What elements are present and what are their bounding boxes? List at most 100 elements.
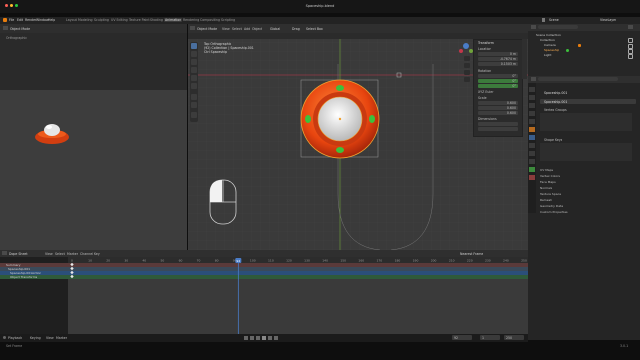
tab-rendering[interactable]: Rendering — [183, 18, 199, 22]
scene-tab-icon[interactable] — [529, 111, 535, 116]
editor-type-icon[interactable] — [3, 26, 8, 30]
move-tool-icon[interactable] — [191, 59, 197, 65]
frame-ruler[interactable]: 0 10 20 30 40 50 60 70 80 90 100 110 120 130 140 150 160… — [68, 257, 528, 263]
viewport-menu-view[interactable]: View — [222, 27, 230, 31]
tab-compositing[interactable]: Compositing — [200, 18, 220, 22]
transform-tool-icon[interactable] — [191, 83, 197, 89]
viewport-menu-object[interactable]: Object — [252, 27, 262, 31]
shape-keys-list[interactable] — [540, 143, 632, 161]
modifier-tab-icon[interactable] — [529, 135, 535, 140]
tab-scripting[interactable]: Scripting — [221, 18, 235, 22]
section-vertex-colors[interactable]: Vertex Colors — [540, 174, 560, 178]
section-geometry-data[interactable]: Geometry Data — [540, 204, 563, 208]
select-box-select[interactable]: Select Box — [306, 27, 323, 31]
world-tab-icon[interactable] — [529, 119, 535, 124]
select-tool-icon[interactable] — [191, 43, 197, 49]
next-keyframe-icon[interactable] — [268, 336, 272, 340]
object-tab-icon[interactable] — [529, 127, 535, 132]
keying-menu[interactable]: Keying — [30, 336, 41, 340]
cursor-tool-icon[interactable] — [191, 51, 197, 57]
marker-menu[interactable]: Marker — [56, 336, 67, 340]
orientation-select[interactable]: Global — [270, 27, 280, 31]
scale-y-field[interactable]: 0.600 — [478, 106, 518, 110]
camera-view-icon[interactable] — [464, 70, 470, 75]
outliner-spaceship[interactable]: Spaceship — [544, 48, 559, 52]
visibility-eye-icon[interactable] — [628, 54, 633, 59]
tab-uv-editing[interactable]: UV Editing — [111, 18, 128, 22]
prev-keyframe-icon[interactable] — [250, 336, 254, 340]
tool-tab-icon[interactable] — [529, 87, 535, 92]
material-tab-icon[interactable] — [529, 175, 535, 180]
outliner-collection[interactable]: Collection — [540, 38, 555, 42]
tab-modeling[interactable]: Modeling — [78, 18, 93, 22]
start-frame-field[interactable]: 1 — [480, 335, 500, 340]
mesh-name-field[interactable]: Spaceship.001 — [540, 99, 636, 104]
section-uv-maps[interactable]: UV Maps — [540, 168, 553, 172]
timeline-menu-key[interactable]: Key — [94, 252, 100, 256]
scale-tool-icon[interactable] — [191, 75, 197, 81]
output-tab-icon[interactable] — [529, 103, 535, 108]
tab-shading[interactable]: Shading — [150, 18, 163, 22]
view-layer-name[interactable]: ViewLayer — [600, 18, 616, 22]
rotation-z-field[interactable]: 0° — [478, 84, 518, 88]
tab-texture-paint[interactable]: Texture Paint — [129, 18, 150, 22]
outliner-camera[interactable]: Camera — [544, 43, 556, 47]
outliner-scene-collection[interactable]: Scene Collection — [536, 33, 561, 37]
section-shape-keys[interactable]: Shape Keys — [544, 138, 562, 142]
scale-x-field[interactable]: 0.600 — [478, 101, 518, 105]
section-texture-space[interactable]: Texture Space — [540, 192, 561, 196]
timeline-menu-select[interactable]: Select — [55, 252, 65, 256]
properties-search-input[interactable] — [538, 77, 618, 81]
constraints-tab-icon[interactable] — [529, 159, 535, 164]
rotation-x-field[interactable]: 0° — [478, 74, 518, 78]
blender-logo-icon[interactable] — [3, 18, 7, 22]
end-frame-field[interactable]: 250 — [504, 335, 524, 340]
ortho-toggle-icon[interactable] — [464, 77, 470, 82]
vertex-groups-list[interactable] — [540, 113, 632, 131]
visibility-eye-icon[interactable] — [628, 38, 633, 43]
menu-window[interactable]: Window — [36, 18, 49, 22]
view-menu[interactable]: View — [46, 336, 54, 340]
dimensions-y-field[interactable] — [478, 127, 518, 131]
rotation-mode-select[interactable]: XYZ Euler — [478, 90, 494, 94]
section-normals[interactable]: Normals — [540, 186, 552, 190]
zoom-icon[interactable] — [464, 56, 470, 61]
close-window-icon[interactable] — [5, 4, 8, 7]
particles-tab-icon[interactable] — [529, 143, 535, 148]
section-remesh[interactable]: Remesh — [540, 198, 552, 202]
section-custom-properties[interactable]: Custom Properties — [540, 210, 568, 214]
rotate-tool-icon[interactable] — [191, 67, 197, 73]
play-reverse-icon[interactable] — [256, 336, 260, 340]
viewport-menu-select[interactable]: Select — [232, 27, 242, 31]
zoom-window-icon[interactable] — [15, 4, 18, 7]
rotation-y-field[interactable]: 0° — [478, 79, 518, 83]
viewport-menu-add[interactable]: Add — [244, 27, 250, 31]
tab-layout[interactable]: Layout — [66, 18, 77, 22]
left-mode-select[interactable]: Object Mode — [10, 27, 30, 31]
editor-type-icon[interactable] — [531, 77, 536, 81]
menu-file[interactable]: File — [9, 18, 14, 22]
minimize-window-icon[interactable] — [10, 4, 13, 7]
jump-start-icon[interactable] — [244, 336, 248, 340]
outliner-search-input[interactable] — [538, 25, 578, 29]
timeline-menu-view[interactable]: View — [45, 252, 53, 256]
editor-type-icon[interactable] — [190, 26, 195, 30]
snap-mode-select[interactable]: Nearest Frame — [460, 252, 483, 256]
editor-type-icon[interactable] — [2, 251, 7, 255]
dimensions-x-field[interactable] — [478, 122, 518, 126]
add-cube-tool-icon[interactable] — [191, 112, 197, 118]
location-z-field[interactable]: 0.1503 m — [478, 62, 518, 66]
render-tab-icon[interactable] — [529, 95, 535, 100]
scene-name[interactable]: Scene — [549, 18, 559, 22]
pan-hand-icon[interactable] — [464, 63, 470, 68]
timeline-menu-channel[interactable]: Channel — [80, 252, 93, 256]
menu-help[interactable]: Help — [48, 18, 55, 22]
timeline-menu-marker[interactable]: Marker — [67, 252, 78, 256]
section-face-maps[interactable]: Face Maps — [540, 180, 556, 184]
jump-end-icon[interactable] — [274, 336, 278, 340]
section-vertex-groups[interactable]: Vertex Groups — [544, 108, 567, 112]
playback-menu[interactable]: Playback — [8, 336, 22, 340]
sidebar-tabs[interactable] — [522, 39, 527, 79]
play-icon[interactable] — [262, 336, 266, 340]
scale-z-field[interactable]: 0.600 — [478, 111, 518, 115]
